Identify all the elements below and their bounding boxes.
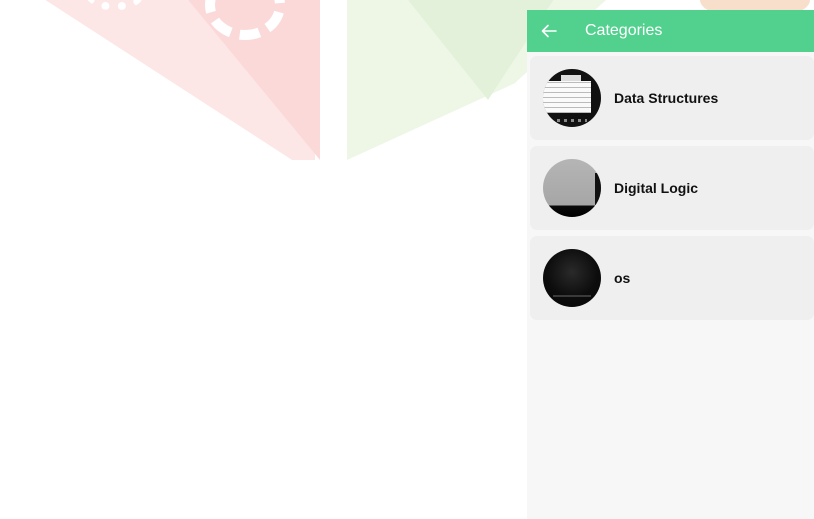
category-item-digital-logic[interactable]: Digital Logic: [530, 146, 814, 230]
arrow-left-icon: [541, 24, 557, 38]
category-label: os: [614, 270, 631, 286]
category-thumbnail: [543, 69, 601, 127]
category-thumbnail: [543, 159, 601, 217]
category-label: Digital Logic: [614, 180, 698, 196]
app-bar: Categories: [527, 10, 814, 52]
category-thumbnail: [543, 249, 601, 307]
page-title: Categories: [585, 22, 663, 39]
category-list: Data Structures Digital Logic os: [527, 52, 814, 320]
category-item-data-structures[interactable]: Data Structures: [530, 56, 814, 140]
screen: Categories Data Structures Digital Logic…: [0, 0, 814, 519]
category-item-os[interactable]: os: [530, 236, 814, 320]
categories-panel: Categories Data Structures Digital Logic…: [527, 10, 814, 519]
category-label: Data Structures: [614, 90, 719, 106]
back-button[interactable]: [527, 10, 571, 52]
